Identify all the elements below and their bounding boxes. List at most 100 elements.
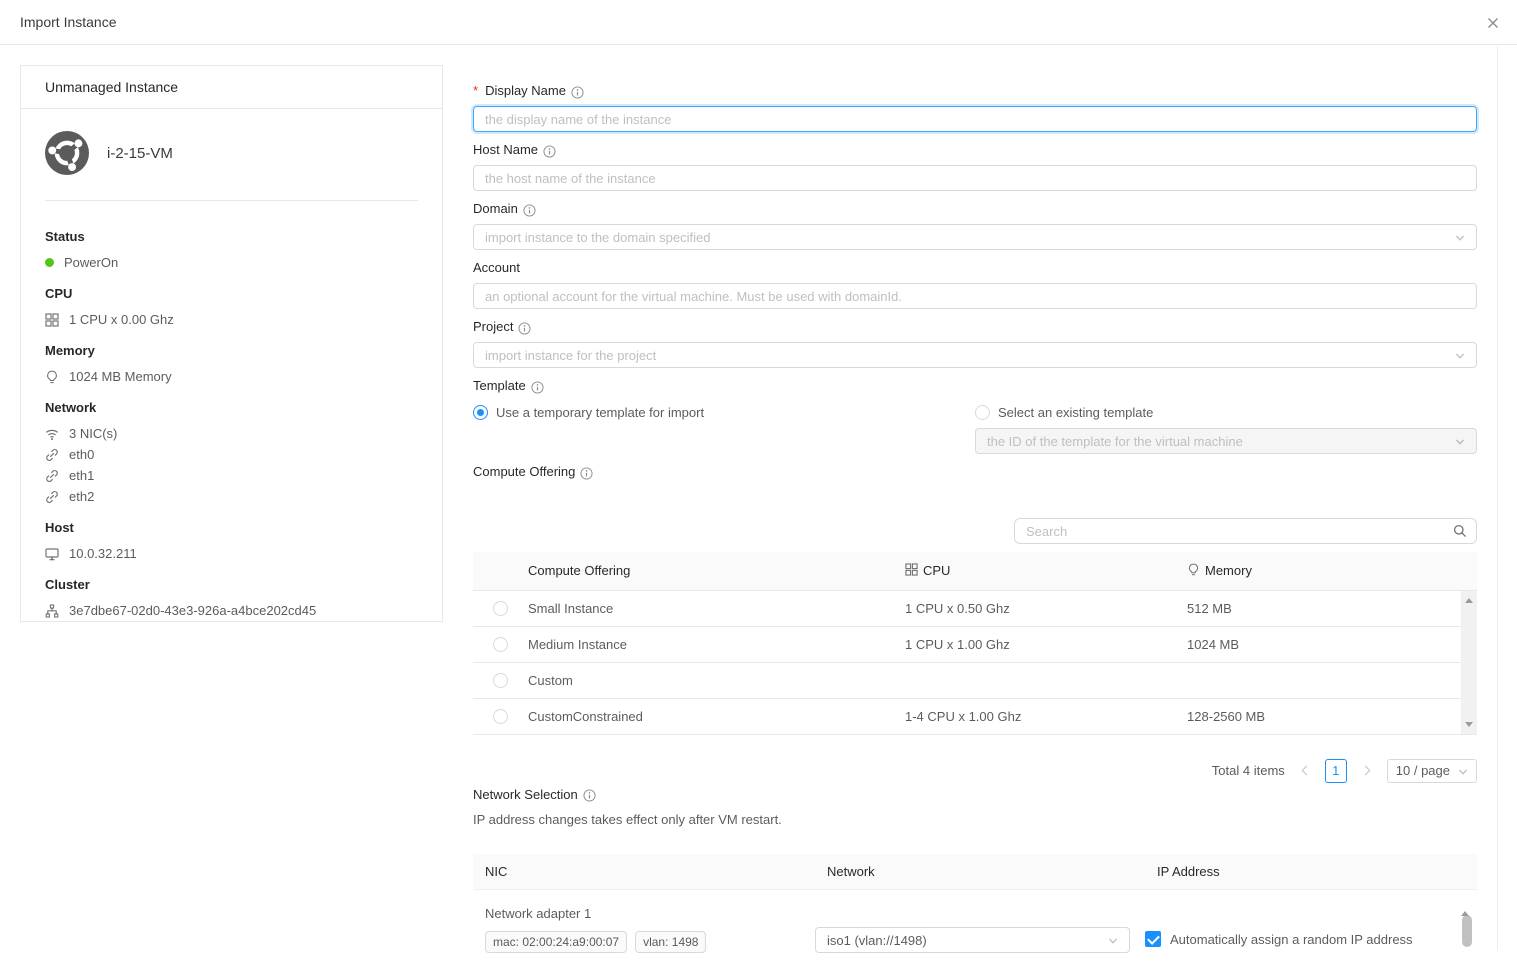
table-scrollbar[interactable] bbox=[1461, 591, 1477, 734]
table-row: Medium Instance 1 CPU x 1.00 Ghz 1024 MB bbox=[473, 626, 1477, 662]
divider bbox=[45, 200, 418, 201]
cpu-label: CPU bbox=[45, 285, 418, 303]
offering-name: Medium Instance bbox=[528, 626, 905, 662]
radio-temporary-template[interactable]: Use a temporary template for import bbox=[473, 401, 975, 423]
domain-select-placeholder: import instance to the domain specified bbox=[485, 230, 710, 245]
chevron-right-icon bbox=[1360, 766, 1370, 776]
radio-existing-template[interactable]: Select an existing template bbox=[975, 401, 1477, 423]
search-icon[interactable] bbox=[1453, 524, 1467, 541]
offering-memory: 512 MB bbox=[1187, 590, 1477, 626]
domain-select[interactable]: import instance to the domain specified bbox=[473, 224, 1477, 250]
col-ip-address: IP Address bbox=[1145, 854, 1477, 890]
monitor-icon bbox=[45, 547, 59, 561]
card-title: Unmanaged Instance bbox=[21, 66, 442, 109]
offering-memory bbox=[1187, 662, 1477, 698]
domain-item: Domain import instance to the domain spe… bbox=[473, 199, 1477, 250]
nic-name: Network adapter 1 bbox=[473, 890, 815, 924]
scroll-down-icon[interactable] bbox=[1461, 718, 1477, 732]
network-select-value: iso1 (vlan://1498) bbox=[827, 933, 927, 948]
row-radio[interactable] bbox=[493, 637, 508, 652]
status-value: PowerOn bbox=[64, 252, 118, 273]
network-label: Network bbox=[45, 399, 418, 417]
chevron-down-icon bbox=[1454, 232, 1466, 244]
host-name-item: Host Name bbox=[473, 140, 1477, 191]
display-name-label: Display Name bbox=[485, 81, 566, 101]
nic-eth2: eth2 bbox=[69, 486, 94, 507]
scroll-up-icon bbox=[1461, 896, 1469, 916]
display-name-input[interactable] bbox=[473, 106, 1477, 132]
memory-label: Memory bbox=[45, 342, 418, 360]
template-item: Template Use a temporary template for im… bbox=[473, 376, 1477, 454]
offering-name: Small Instance bbox=[528, 590, 905, 626]
status-dot-icon bbox=[45, 258, 54, 267]
required-asterisk bbox=[473, 81, 478, 101]
template-select[interactable]: the ID of the template for the virtual m… bbox=[975, 428, 1477, 454]
radio-icon bbox=[975, 405, 990, 420]
nic-count: 3 NIC(s) bbox=[69, 423, 117, 444]
chevron-down-icon bbox=[1454, 350, 1466, 362]
nic-eth0: eth0 bbox=[69, 444, 94, 465]
radio-existing-template-label: Select an existing template bbox=[998, 405, 1153, 420]
row-radio[interactable] bbox=[493, 673, 508, 688]
import-form: Display Name Host Name Domain import ins… bbox=[473, 65, 1477, 980]
row-radio[interactable] bbox=[493, 601, 508, 616]
cpu-section: CPU 1 CPU x 0.00 Ghz bbox=[45, 285, 418, 330]
scroll-up-icon[interactable] bbox=[1461, 593, 1477, 607]
ubuntu-logo-icon bbox=[45, 131, 89, 175]
nic-table-scrollbar[interactable] bbox=[1461, 896, 1473, 950]
pagination-next-button[interactable] bbox=[1355, 759, 1379, 783]
scrollbar-thumb[interactable] bbox=[1462, 915, 1472, 947]
auto-ip-checkbox[interactable] bbox=[1145, 931, 1161, 947]
account-item: Account bbox=[473, 258, 1477, 309]
host-value: 10.0.32.211 bbox=[69, 543, 137, 564]
cpu-value: 1 CPU x 0.00 Ghz bbox=[69, 309, 174, 330]
chevron-left-icon bbox=[1301, 766, 1311, 776]
info-icon[interactable] bbox=[580, 466, 593, 479]
info-icon[interactable] bbox=[531, 380, 544, 393]
col-cpu: CPU bbox=[923, 563, 950, 578]
cpu-grid-icon bbox=[45, 313, 59, 327]
info-icon[interactable] bbox=[523, 203, 536, 216]
page-size-select[interactable]: 10 / page bbox=[1387, 759, 1477, 783]
chevron-down-icon bbox=[1457, 766, 1469, 778]
info-icon[interactable] bbox=[543, 144, 556, 157]
page-size-value: 10 / page bbox=[1396, 763, 1450, 778]
radio-temporary-template-label: Use a temporary template for import bbox=[496, 405, 704, 420]
col-network: Network bbox=[815, 854, 1145, 890]
cpu-grid-icon bbox=[905, 563, 918, 579]
host-label: Host bbox=[45, 519, 418, 537]
project-select[interactable]: import instance for the project bbox=[473, 342, 1477, 368]
info-icon[interactable] bbox=[583, 788, 596, 801]
pagination-prev-button[interactable] bbox=[1293, 759, 1317, 783]
template-label: Template bbox=[473, 376, 526, 396]
pagination-total: Total 4 items bbox=[1212, 763, 1285, 778]
compute-offering-table: Compute Offering CPU Memory Small Instan… bbox=[473, 552, 1477, 735]
pagination-page-1[interactable]: 1 bbox=[1325, 759, 1347, 783]
compute-offering-search-input[interactable] bbox=[1014, 518, 1477, 544]
project-label: Project bbox=[473, 317, 513, 337]
display-name-item: Display Name bbox=[473, 81, 1477, 132]
host-name-input[interactable] bbox=[473, 165, 1477, 191]
network-select[interactable]: iso1 (vlan://1498) bbox=[815, 927, 1130, 953]
offering-name: CustomConstrained bbox=[528, 698, 905, 734]
nic-header-row: NIC Network IP Address bbox=[473, 854, 1477, 890]
nic-eth1: eth1 bbox=[69, 465, 94, 486]
table-row: Custom bbox=[473, 662, 1477, 698]
compute-offering-item: Compute Offering bbox=[473, 462, 1477, 482]
account-input[interactable] bbox=[473, 283, 1477, 309]
offering-memory: 1024 MB bbox=[1187, 626, 1477, 662]
close-icon[interactable] bbox=[1483, 13, 1503, 33]
link-icon bbox=[45, 448, 59, 462]
nic-table: NIC Network IP Address Network adapter 1… bbox=[473, 854, 1477, 980]
offering-name: Custom bbox=[528, 662, 905, 698]
row-radio[interactable] bbox=[493, 709, 508, 724]
info-icon[interactable] bbox=[571, 85, 584, 98]
cluster-icon bbox=[45, 604, 59, 618]
info-icon[interactable] bbox=[518, 321, 531, 334]
link-icon bbox=[45, 490, 59, 504]
template-select-placeholder: the ID of the template for the virtual m… bbox=[987, 434, 1243, 449]
cluster-value: 3e7dbe67-02d0-43e3-926a-a4bce202cd45 bbox=[69, 600, 316, 621]
table-row: CustomConstrained 1-4 CPU x 1.00 Ghz 128… bbox=[473, 698, 1477, 734]
col-nic: NIC bbox=[473, 854, 815, 890]
col-compute-offering: Compute Offering bbox=[528, 552, 905, 590]
